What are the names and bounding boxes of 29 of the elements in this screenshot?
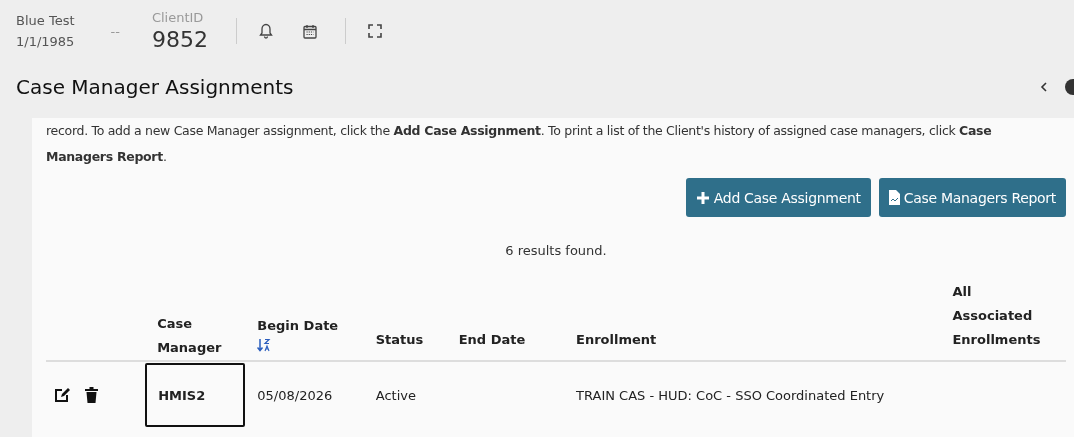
edit-icon[interactable] — [54, 387, 71, 403]
client-id-label: ClientID — [151, 9, 205, 27]
client-separator: -- — [110, 23, 120, 39]
instructions-text: record. To add a new Case Manager assignment, click the Add Case Assignment. To print a list of the Client's history of assigned case managers, click Case Managers Report. — [46, 122, 993, 166]
bell-icon[interactable] — [258, 23, 273, 39]
trash-icon[interactable] — [85, 387, 98, 403]
page-title: Case Manager Assignments — [16, 75, 294, 99]
column-header[interactable]: Enrollment — [576, 328, 897, 352]
table-cell: 05/08/2026 — [257, 387, 333, 403]
table-cell-text: TRAIN CAS - HUD: CoC - SSO Coordinated Entry — [576, 386, 886, 405]
column-header[interactable]: All Associated Enrollments — [952, 280, 1054, 352]
client-dob: 1/1/1985 — [16, 33, 75, 51]
add-case-assignment-button[interactable]: Add Case Assignment — [685, 178, 871, 217]
column-header[interactable]: Case Manager — [157, 312, 246, 360]
table-cell[interactable]: HMIS2 — [145, 363, 246, 427]
table-cell: Active — [375, 387, 416, 403]
client-id: 9852 — [151, 27, 208, 53]
sort-icon[interactable] — [257, 338, 272, 352]
column-header[interactable]: End Date — [458, 328, 526, 352]
chevron-left-icon[interactable] — [1040, 82, 1048, 92]
client-name: Blue Test — [16, 12, 75, 30]
column-header[interactable]: Begin Date — [257, 314, 339, 338]
case-managers-report-button[interactable]: Case Managers Report — [878, 178, 1066, 217]
column-header[interactable]: Status — [375, 328, 424, 352]
fullscreen-icon[interactable] — [367, 24, 382, 38]
document-icon — [888, 190, 900, 205]
calendar-icon[interactable] — [302, 23, 317, 39]
results-count: 6 results found. — [504, 243, 608, 258]
plus-icon — [695, 190, 710, 205]
